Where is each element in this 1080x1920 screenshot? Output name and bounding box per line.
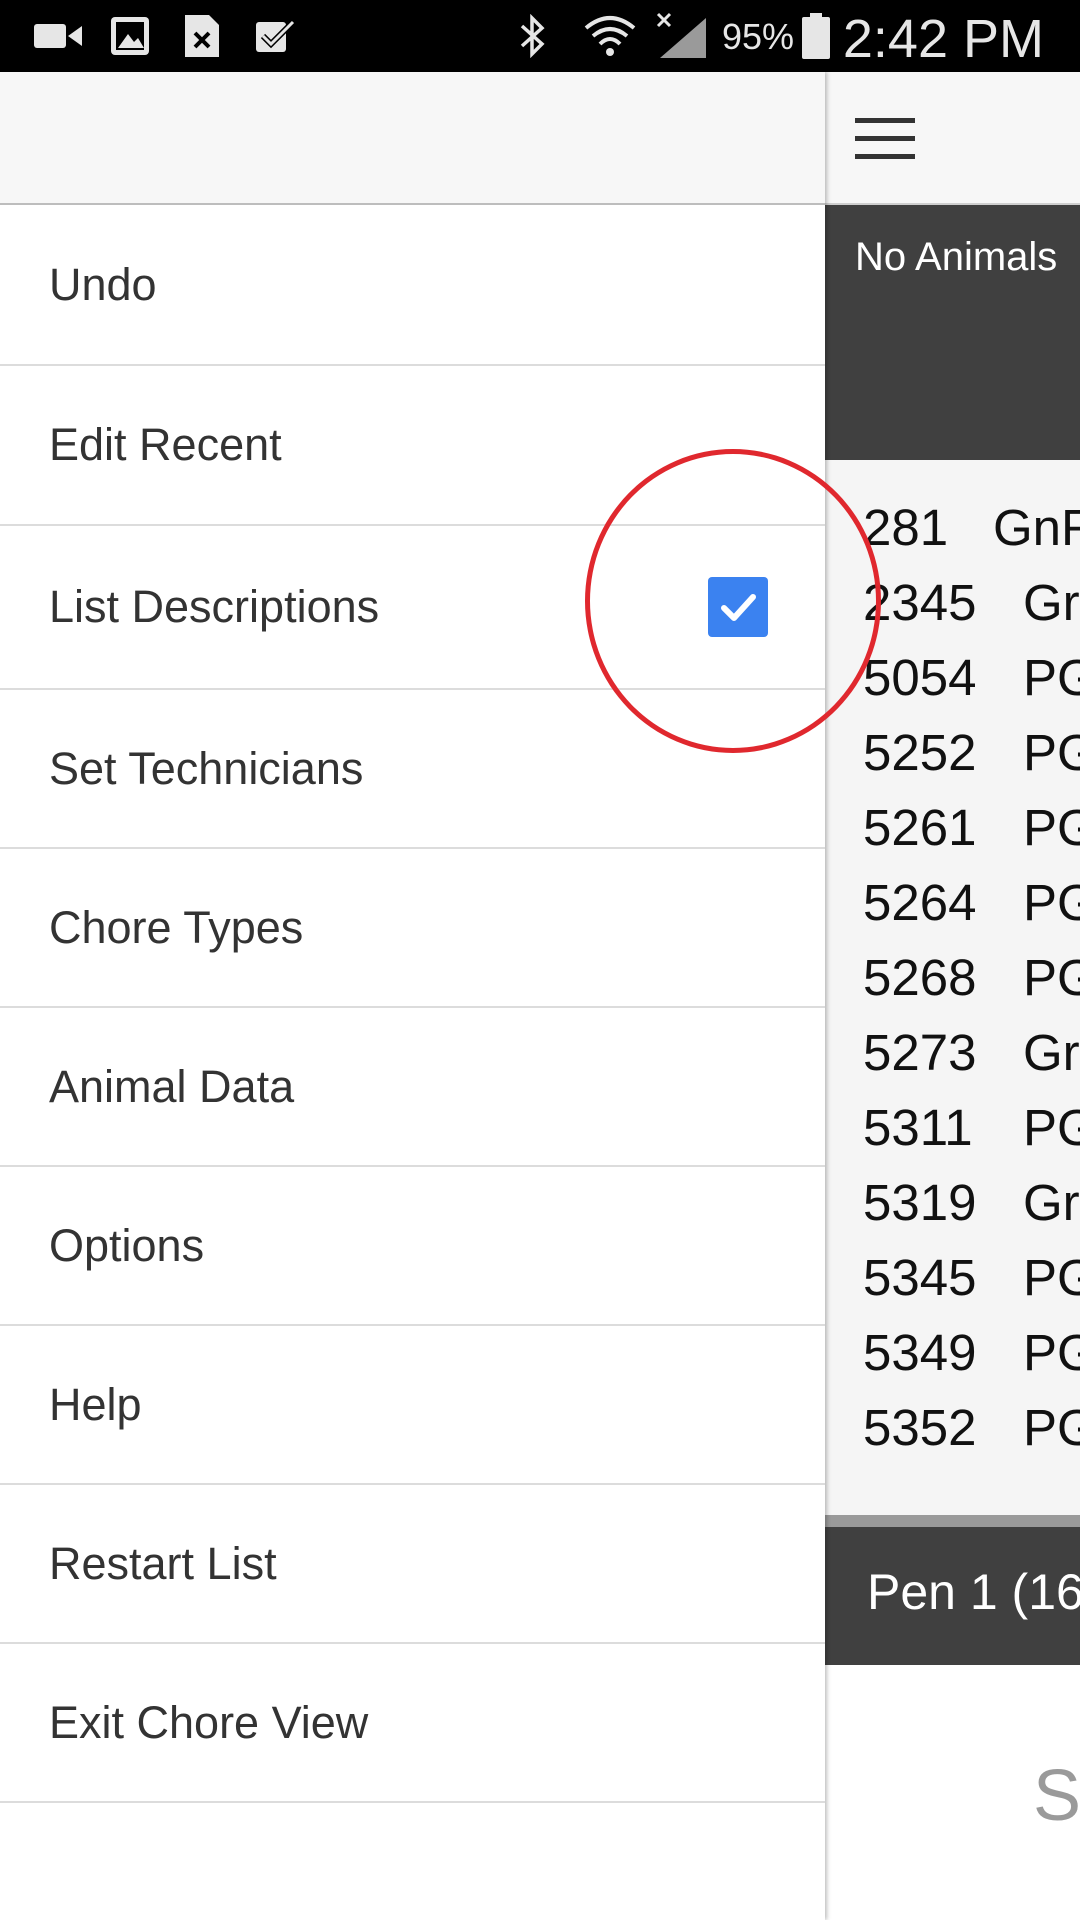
- status-clock: 2:42 PM: [842, 9, 1044, 69]
- menu-item-label: Options: [49, 1219, 205, 1271]
- divider: [825, 1515, 1080, 1527]
- menu-item-label: Chore Types: [49, 901, 304, 953]
- navigation-drawer: Undo Edit Recent List Descriptions Set T…: [0, 72, 825, 1920]
- status-bar: 95% 2:42 PM: [0, 0, 1080, 72]
- hamburger-icon[interactable]: [855, 118, 915, 160]
- no-signal-icon: [656, 12, 708, 58]
- bottom-area: S: [825, 1665, 1080, 1920]
- no-animals-panel: No Animals: [825, 205, 1080, 460]
- battery-icon: [802, 13, 830, 59]
- menu-item-label: Help: [49, 1378, 142, 1430]
- menu-item-animal-data[interactable]: Animal Data: [0, 1008, 825, 1167]
- menu-item-label: Edit Recent: [49, 419, 282, 470]
- wifi-icon: [584, 14, 636, 58]
- menu-item-restart-list[interactable]: Restart List: [0, 1485, 825, 1644]
- menu-item-chore-types[interactable]: Chore Types: [0, 849, 825, 1008]
- file-icon: [185, 14, 219, 58]
- menu-item-list-descriptions[interactable]: List Descriptions: [0, 526, 825, 690]
- screen: 95% 2:42 PM No Animals 281 GnR 2345 Gr 505…: [0, 0, 1080, 1920]
- list-item[interactable]: 5264 PG: [863, 865, 1080, 940]
- menu-item-label: Restart List: [49, 1537, 277, 1589]
- battery-percent: 95%: [722, 16, 795, 57]
- partial-text: S: [1033, 1756, 1080, 1836]
- list-item[interactable]: 281 GnR: [863, 490, 1080, 565]
- menu-item-help[interactable]: Help: [0, 1326, 825, 1485]
- list-item[interactable]: 5352 PG: [863, 1390, 1080, 1465]
- list-item[interactable]: 5349 PG: [863, 1315, 1080, 1390]
- pen-header[interactable]: Pen 1 (16: [825, 1527, 1080, 1665]
- animal-list: 281 GnR 2345 Gr 5054 PG 5252 PG 5261 PG 5264 P…: [825, 460, 1080, 1515]
- list-item[interactable]: 2345 Gr: [863, 565, 1080, 640]
- checkmark-icon: [721, 594, 756, 621]
- no-animals-message: No Animals: [855, 235, 1058, 279]
- list-item[interactable]: 5319 Gr: [863, 1165, 1080, 1240]
- menu-item-label: List Descriptions: [49, 581, 380, 632]
- list-descriptions-checkbox[interactable]: [708, 577, 768, 637]
- pen-label: Pen 1 (16: [867, 1564, 1080, 1620]
- list-item[interactable]: 5268 PG: [863, 940, 1080, 1015]
- video-icon: [34, 14, 82, 58]
- list-item[interactable]: 5054 PG: [863, 640, 1080, 715]
- menu-item-options[interactable]: Options: [0, 1167, 825, 1326]
- list-item[interactable]: 5252 PG: [863, 715, 1080, 790]
- bluetooth-icon: [518, 14, 548, 58]
- list-item[interactable]: 5345 PG: [863, 1240, 1080, 1315]
- list-item[interactable]: 5261 PG: [863, 790, 1080, 865]
- list-item[interactable]: 5273 Gr: [863, 1015, 1080, 1090]
- menu-item-label: Exit Chore View: [49, 1696, 369, 1748]
- menu-item-label: Animal Data: [49, 1060, 295, 1112]
- menu-item-label: Set Technicians: [49, 742, 364, 794]
- list-item[interactable]: 5311 PG: [863, 1090, 1080, 1165]
- image-icon: [110, 14, 150, 58]
- menu-item-label: Undo: [49, 258, 157, 310]
- menu-item-set-technicians[interactable]: Set Technicians: [0, 690, 825, 849]
- menu-item-edit-recent[interactable]: Edit Recent: [0, 366, 825, 526]
- tasks-icon: [255, 14, 295, 58]
- drawer-header: [0, 72, 825, 205]
- menu-item-exit-chore-view[interactable]: Exit Chore View: [0, 1644, 825, 1803]
- menu-item-undo[interactable]: Undo: [0, 205, 825, 366]
